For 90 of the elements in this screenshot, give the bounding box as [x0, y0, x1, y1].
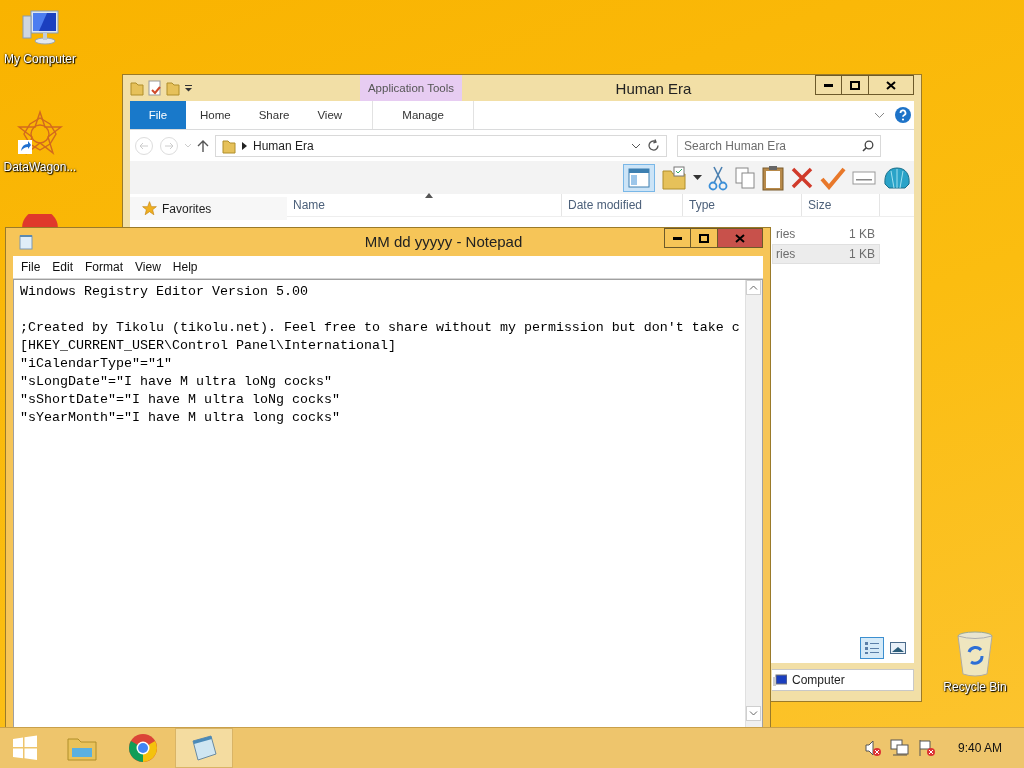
properties-icon: [148, 80, 162, 96]
search-icon: [862, 139, 874, 152]
scissors-icon[interactable]: [708, 164, 728, 191]
flag-icon[interactable]: [917, 739, 936, 757]
scroll-down-button[interactable]: [746, 706, 761, 721]
taskbar-app-button[interactable]: [175, 728, 233, 768]
maximize-icon: [699, 233, 709, 243]
ribbon-tab[interactable]: View: [303, 101, 357, 129]
rename-icon[interactable]: [852, 169, 876, 186]
clipboard-icon[interactable]: [762, 164, 784, 191]
menu-item[interactable]: File: [15, 260, 47, 274]
details-view-icon: [864, 641, 880, 655]
text-line: ;Created by Tikolu (tikolu.net). Feel free to share without my permission but don't take c: [20, 319, 741, 337]
delete-icon[interactable]: [790, 165, 814, 190]
computer-icon: [773, 673, 787, 687]
ribbon-tab[interactable]: Home: [186, 101, 245, 129]
minimize-button[interactable]: [664, 228, 691, 248]
folder-icon: [222, 137, 236, 154]
sort-arrow-icon: [425, 193, 433, 198]
recycle-bin-icon: [955, 630, 995, 678]
minimize-icon: [673, 236, 682, 240]
help-icon[interactable]: [895, 107, 911, 123]
column-header[interactable]: Size: [802, 194, 880, 216]
maximize-button[interactable]: [842, 75, 869, 95]
ribbon-tab[interactable]: Share: [244, 101, 304, 129]
new-folder-icon: [166, 80, 180, 96]
column-header[interactable]: Date modified: [562, 194, 683, 216]
caret-icon: [631, 142, 641, 149]
address-bar[interactable]: Human Era: [215, 134, 667, 157]
text-line: [HKEY_CURRENT_USER\Control Panel\International]: [20, 337, 397, 355]
expand-ribbon-icon[interactable]: [874, 111, 885, 119]
file-tab[interactable]: File: [130, 101, 186, 129]
text-line: "sLongDate"="I have M ultra loNg cocks": [20, 373, 333, 391]
browser-icon: [128, 733, 158, 763]
menu-item[interactable]: Help: [166, 260, 204, 274]
window-title: MM dd yyyyy - Notepad: [363, 232, 524, 250]
folder-icon: [130, 80, 144, 96]
favorites-label: Favorites: [162, 201, 212, 216]
view-button[interactable]: [860, 637, 884, 659]
menu-item[interactable]: Format: [79, 260, 130, 274]
caret-down-icon: [749, 711, 758, 716]
folder-check-icon[interactable]: [661, 164, 687, 191]
context-group-label: Application Tools: [360, 75, 462, 101]
shell-icon[interactable]: [882, 164, 912, 191]
check-icon[interactable]: [820, 165, 846, 190]
window-title: Human Era: [614, 79, 693, 97]
file-row[interactable]: ries 1 KB: [772, 244, 880, 264]
thumbnail-view-icon: [890, 642, 906, 654]
network-icon[interactable]: [889, 739, 910, 757]
type-cell-text: ries: [775, 247, 797, 261]
app-icon: [20, 214, 60, 228]
notepad-icon: [189, 733, 219, 763]
favorites-item[interactable]: Favorites: [130, 197, 287, 220]
windows-logo-icon: [12, 735, 38, 761]
copy-icon[interactable]: [734, 165, 756, 190]
close-icon: [735, 233, 745, 243]
menu-item[interactable]: Edit: [46, 260, 80, 274]
scroll-up-button[interactable]: [746, 280, 761, 295]
dropdown-icon: [184, 84, 193, 92]
muted-speaker-icon[interactable]: [863, 739, 882, 757]
computer-label: Computer: [792, 673, 845, 687]
text-line: "sYearMonth"="I have M ultra long cocks": [20, 409, 341, 427]
menu-item[interactable]: View: [129, 260, 167, 274]
type-cell-text: ries: [775, 227, 797, 241]
star-icon: [142, 201, 157, 216]
preview-pane-button[interactable]: [623, 163, 655, 192]
minimize-button[interactable]: [815, 75, 842, 95]
clock[interactable]: 9:40 AM: [957, 741, 1014, 755]
column-header[interactable]: Name: [287, 194, 562, 216]
computer-item[interactable]: Computer: [772, 669, 914, 691]
caret-up-icon: [749, 285, 758, 290]
search-field[interactable]: Search Human Era: [677, 134, 881, 157]
maximize-icon: [850, 80, 860, 90]
dropdown-icon[interactable]: [693, 174, 702, 181]
close-icon: [886, 80, 896, 90]
column-header[interactable]: Type: [683, 194, 802, 216]
size-cell-text: 1 KB: [848, 247, 876, 261]
up-arrow-icon[interactable]: [197, 138, 209, 153]
size-cell-text: 1 KB: [848, 227, 876, 241]
text-line: "sShortDate"="I have M ultra loNg cocks": [20, 391, 341, 409]
file-row[interactable]: ries 1 KB: [772, 224, 880, 244]
pane-icon: [628, 167, 650, 188]
refresh-icon: [647, 139, 660, 152]
text-line: Windows Registry Editor Version 5.00: [20, 283, 309, 301]
notepad-icon: [19, 234, 33, 250]
close-button[interactable]: [869, 75, 914, 95]
chevron-icon: [242, 141, 247, 150]
scrollbar[interactable]: [745, 280, 762, 727]
minimize-icon: [824, 83, 833, 87]
text-line: "iCalendarType"="1": [20, 355, 173, 373]
